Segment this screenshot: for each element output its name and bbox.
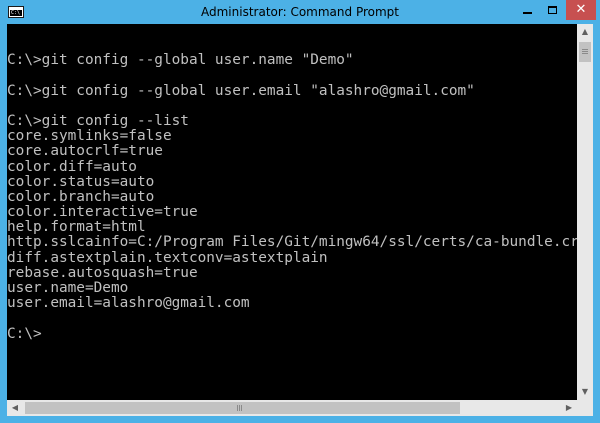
console-line: C:\> [7,325,42,342]
vertical-thumb-grip-icon [582,49,588,50]
console-line: color.interactive=true [7,204,198,221]
horizontal-scroll-thumb[interactable] [25,402,460,414]
vertical-scroll-thumb[interactable] [579,42,591,62]
console-line: core.autocrlf=true [7,143,163,160]
close-icon: ✕ [575,2,587,17]
window-title: Administrator: Command Prompt [201,5,399,19]
console-line: C:\>git config --global user.name "Demo" [7,52,354,69]
horizontal-scrollbar[interactable]: ◀ ▶ [7,400,577,416]
console-line: help.format=html [7,219,146,236]
command-prompt-window: C:\ Administrator: Command Prompt ✕ C:\>… [0,0,600,423]
vertical-thumb-grip-icon [582,53,588,54]
console-text: C:\>git config --global user.name "Demo"… [7,24,577,342]
console-line: C:\>git config --list [7,112,189,129]
scroll-left-arrow-icon[interactable]: ◀ [7,400,23,416]
vertical-scrollbar[interactable]: ▲ ▼ [577,24,593,400]
vertical-thumb-grip-icon [582,51,588,52]
console-line: color.branch=auto [7,188,155,205]
console-line: user.name=Demo [7,280,129,296]
console-line: C:\>git config --global user.email "alas… [7,82,475,99]
horizontal-thumb-grip-icon [239,405,240,411]
minimize-icon [523,12,532,14]
close-button[interactable]: ✕ [566,0,596,20]
title-bar[interactable]: C:\ Administrator: Command Prompt ✕ [0,0,600,24]
minimize-button[interactable] [514,0,540,20]
scroll-right-arrow-icon[interactable]: ▶ [561,400,577,416]
console-line: user.email=alashro@gmail.com [7,295,250,312]
scrollbar-corner [577,400,593,416]
console-line: diff.astextplain.textconv=astextplain [7,249,328,266]
horizontal-thumb-grip-icon [241,405,242,411]
console-line: http.sslcainfo=C:/Program Files/Git/ming… [7,234,577,251]
scroll-down-arrow-icon[interactable]: ▼ [577,384,593,400]
console-client-area: C:\>git config --global user.name "Demo"… [7,24,593,416]
maximize-button[interactable] [540,0,566,20]
console-output[interactable]: C:\>git config --global user.name "Demo"… [7,24,577,400]
horizontal-thumb-grip-icon [237,405,238,411]
console-line: rebase.autosquash=true [7,264,198,281]
console-line: color.status=auto [7,173,155,190]
scroll-up-arrow-icon[interactable]: ▲ [577,24,593,40]
maximize-icon [548,6,557,14]
console-line: core.symlinks=false [7,128,172,145]
console-line: color.diff=auto [7,158,137,175]
